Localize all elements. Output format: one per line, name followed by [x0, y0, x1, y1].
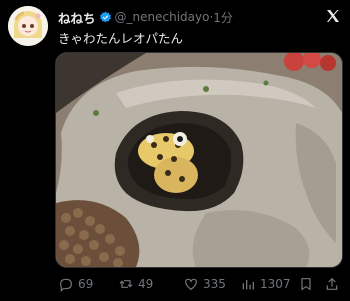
tweet-text: きゃわたんレオパたん — [58, 31, 184, 46]
verified-badge-icon — [99, 11, 112, 24]
like-count: 335 — [203, 277, 226, 291]
reply-button[interactable]: 69 — [58, 274, 93, 294]
bookmark-button[interactable] — [298, 274, 314, 294]
tweet-media[interactable] — [55, 52, 343, 268]
tweet-actions: 69 49 335 1307 — [58, 274, 344, 294]
display-name[interactable]: ねねち — [58, 8, 96, 27]
tweet-header: ねねち @_nenechidayo · 1分 — [58, 8, 233, 26]
views-button[interactable]: 1307 — [240, 274, 291, 294]
reply-icon — [60, 278, 72, 292]
bookmark-icon — [301, 278, 311, 291]
handle[interactable]: @_nenechidayo — [115, 10, 210, 24]
like-button[interactable]: 335 — [183, 274, 226, 294]
heart-icon — [185, 278, 197, 291]
retweet-count: 49 — [138, 277, 154, 291]
timestamp[interactable]: 1分 — [213, 9, 233, 26]
x-logo-icon — [325, 8, 341, 24]
share-button[interactable] — [324, 274, 340, 294]
retweet-icon — [119, 280, 133, 288]
avatar[interactable] — [8, 6, 48, 46]
view-count: 1307 — [260, 277, 291, 291]
reply-count: 69 — [78, 277, 94, 291]
retweet-button[interactable]: 49 — [118, 274, 153, 294]
share-icon — [326, 277, 338, 290]
gecko-photo — [56, 53, 342, 267]
avatar-image — [8, 6, 48, 46]
views-icon — [242, 280, 254, 290]
